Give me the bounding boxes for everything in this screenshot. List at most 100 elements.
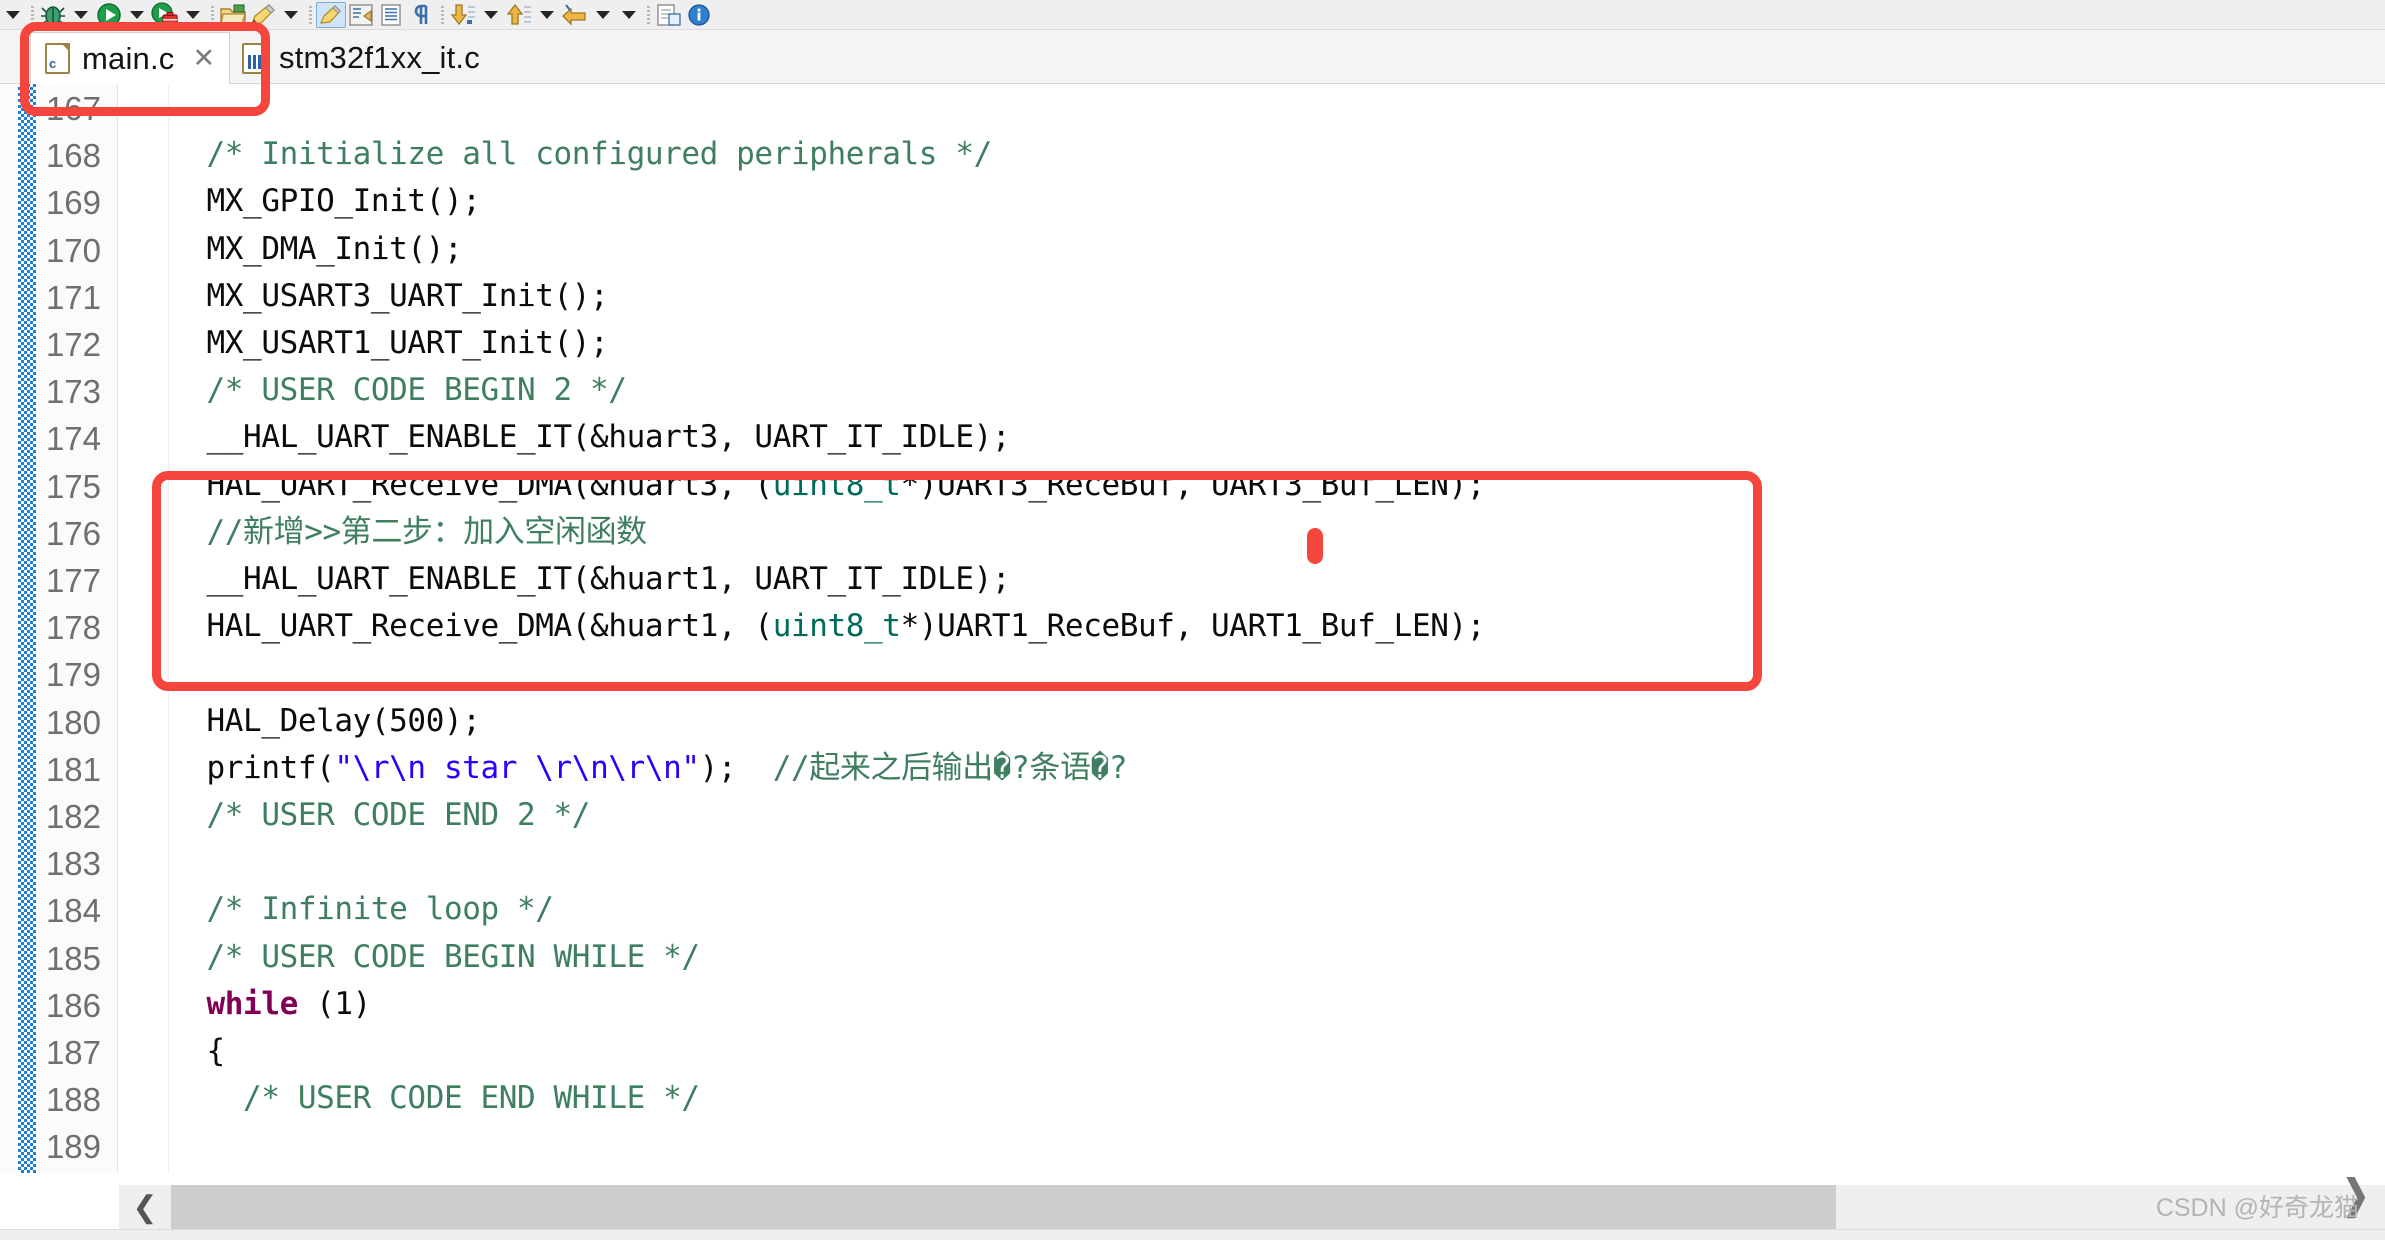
line-number-gutter: 167 168 169 170 171 172 173 174 175 176 177 178 179 1… <box>0 84 118 1173</box>
line-number: 173 <box>45 373 101 411</box>
debug-dropdown-arrow[interactable] <box>0 2 26 28</box>
code-editor[interactable]: 167 168 169 170 171 172 173 174 175 176 177 178 179 1… <box>0 84 2385 1173</box>
line-number: 181 <box>45 750 101 788</box>
code-token: HAL_UART_Receive_DMA(&huart3, ( <box>170 466 774 503</box>
line-number: 174 <box>45 420 101 458</box>
forward-dropdown-arrow[interactable] <box>616 2 642 28</box>
code-token: *)UART3_ReceBuf, UART3_Buf_LEN); <box>900 466 1486 503</box>
chevron-down-icon <box>284 10 298 19</box>
editor-tab-label: main.c <box>82 40 175 76</box>
code-token: //起来之后输出�?条语�? <box>772 749 1128 786</box>
code-line[interactable]: MX_USART1_UART_Init(); <box>170 325 609 361</box>
open-resource-icon[interactable] <box>218 2 248 28</box>
chevron-down-icon <box>622 10 636 19</box>
code-line[interactable]: __HAL_UART_ENABLE_IT(&huart3, UART_IT_ID… <box>170 419 1011 456</box>
code-line[interactable]: /* Infinite loop */ <box>170 894 554 925</box>
code-token: __HAL_UART_ENABLE_IT(&huart3, UART_IT_ID… <box>170 419 1011 456</box>
previous-annotation-icon[interactable] <box>504 2 534 28</box>
run-icon[interactable] <box>94 2 124 28</box>
toolbar-separator-2 <box>206 2 218 28</box>
help-icon[interactable] <box>684 2 714 28</box>
line-number: 189 <box>45 1128 101 1166</box>
code-line[interactable]: /* USER CODE BEGIN 2 */ <box>170 375 627 406</box>
new-editor-icon-glyph <box>657 3 681 26</box>
code-line[interactable]: HAL_UART_Receive_DMA(&huart1, (uint8_t*)… <box>170 608 1486 645</box>
code-token: MX_GPIO_Init(); <box>170 183 481 220</box>
code-token: HAL_Delay(500); <box>170 702 481 739</box>
line-number: 170 <box>45 231 101 269</box>
code-line[interactable]: while (1) <box>170 985 372 1022</box>
toggle-word-wrap-icon[interactable] <box>406 2 436 28</box>
code-text-area[interactable]: /* Initialize all configured peripherals… <box>170 84 2385 1173</box>
info-icon <box>688 3 710 26</box>
code-token: __HAL_UART_ENABLE_IT(&huart1, UART_IT_ID… <box>170 561 1011 597</box>
debug-bug-icon[interactable] <box>38 2 68 28</box>
new-dropdown-arrow[interactable] <box>278 2 304 28</box>
scrollbar-track[interactable] <box>171 1185 2385 1229</box>
highlighter-icon <box>320 4 341 24</box>
block-selection-icon <box>349 3 373 26</box>
chevron-down-icon <box>74 10 88 19</box>
last-edit-location-icon[interactable] <box>560 2 590 28</box>
code-line[interactable]: /* Initialize all configured peripherals… <box>170 139 993 170</box>
pilcrow-icon <box>414 4 428 24</box>
code-token: /* USER CODE END 2 */ <box>170 797 591 833</box>
line-number: 184 <box>45 892 101 930</box>
code-token: MX_DMA_Init(); <box>170 230 463 267</box>
code-line[interactable]: { <box>170 1033 226 1069</box>
next-annotation-dropdown-arrow[interactable] <box>478 2 504 28</box>
external-tools-dropdown-arrow[interactable] <box>180 2 206 28</box>
new-c-source-icon[interactable] <box>248 2 278 28</box>
editor-tab-label: stm32f1xx_it.c <box>279 40 480 75</box>
run-dropdown-arrow[interactable] <box>124 2 150 28</box>
close-icon[interactable]: ✕ <box>193 45 216 72</box>
editor-tab-main-c[interactable]: c main.c ✕ <box>30 32 231 84</box>
code-line[interactable]: /* USER CODE END 2 */ <box>170 797 591 833</box>
code-line[interactable]: MX_GPIO_Init(); <box>170 183 481 220</box>
previous-annotation-dropdown-arrow[interactable] <box>534 2 560 28</box>
code-line[interactable]: HAL_Delay(500); <box>170 702 481 739</box>
list-lines-icon <box>381 3 401 26</box>
run-external-tools-icon[interactable] <box>150 1 180 28</box>
chevron-down-icon <box>130 10 144 19</box>
new-editor-icon[interactable] <box>654 2 684 28</box>
down-arrow-icon <box>450 3 475 25</box>
code-token: { <box>170 1033 226 1069</box>
line-number: 185 <box>45 939 101 977</box>
show-whitespace-icon[interactable] <box>376 2 406 28</box>
scrollbar-thumb[interactable] <box>171 1185 1836 1229</box>
code-token: uint8_t <box>772 608 901 645</box>
back-arrow-icon <box>562 3 586 26</box>
code-line[interactable]: MX_USART3_UART_Init(); <box>170 280 609 312</box>
code-line[interactable]: printf("\r\n star \r\n\r\n"); //起来之后输出�?… <box>170 749 1128 786</box>
c-source-file-icon <box>242 42 267 74</box>
horizontal-scrollbar[interactable]: ❮ <box>119 1185 2385 1229</box>
toggle-block-selection-icon[interactable] <box>346 2 376 28</box>
code-token: MX_USART1_UART_Init(); <box>170 325 609 361</box>
code-line[interactable]: HAL_UART_Receive_DMA(&huart3, (uint8_t*)… <box>170 466 1486 503</box>
code-line[interactable]: __HAL_UART_ENABLE_IT(&huart1, UART_IT_ID… <box>170 561 1011 597</box>
code-line[interactable]: /* USER CODE END WHILE */ <box>170 1083 700 1114</box>
annotation-rail[interactable] <box>119 84 169 1173</box>
code-token: /* USER CODE BEGIN 2 */ <box>170 372 627 409</box>
code-token: (1) <box>297 985 371 1022</box>
play-icon <box>97 2 121 27</box>
back-dropdown-arrow[interactable] <box>590 2 616 28</box>
debug-dropdown-arrow-2[interactable] <box>68 2 94 28</box>
line-number: 186 <box>45 986 101 1024</box>
code-token: while <box>206 985 299 1022</box>
toolbar-separator <box>26 2 38 28</box>
code-line[interactable]: /* USER CODE BEGIN WHILE */ <box>170 941 701 973</box>
main-toolbar <box>0 0 2385 30</box>
line-number: 168 <box>45 137 101 175</box>
next-annotation-icon[interactable] <box>448 2 478 28</box>
code-line[interactable]: //新增>>第二步：加入空闲函数 <box>170 516 648 548</box>
window-bottom-edge <box>0 1229 2385 1240</box>
line-number: 177 <box>45 562 101 599</box>
scroll-left-icon[interactable]: ❮ <box>119 1185 171 1229</box>
toggle-mark-occurrences-icon[interactable] <box>316 1 346 28</box>
line-number: 183 <box>45 845 101 883</box>
code-line[interactable]: MX_DMA_Init(); <box>170 230 463 267</box>
editor-tab-stm32f1xx-it-c[interactable]: stm32f1xx_it.c <box>228 32 494 84</box>
